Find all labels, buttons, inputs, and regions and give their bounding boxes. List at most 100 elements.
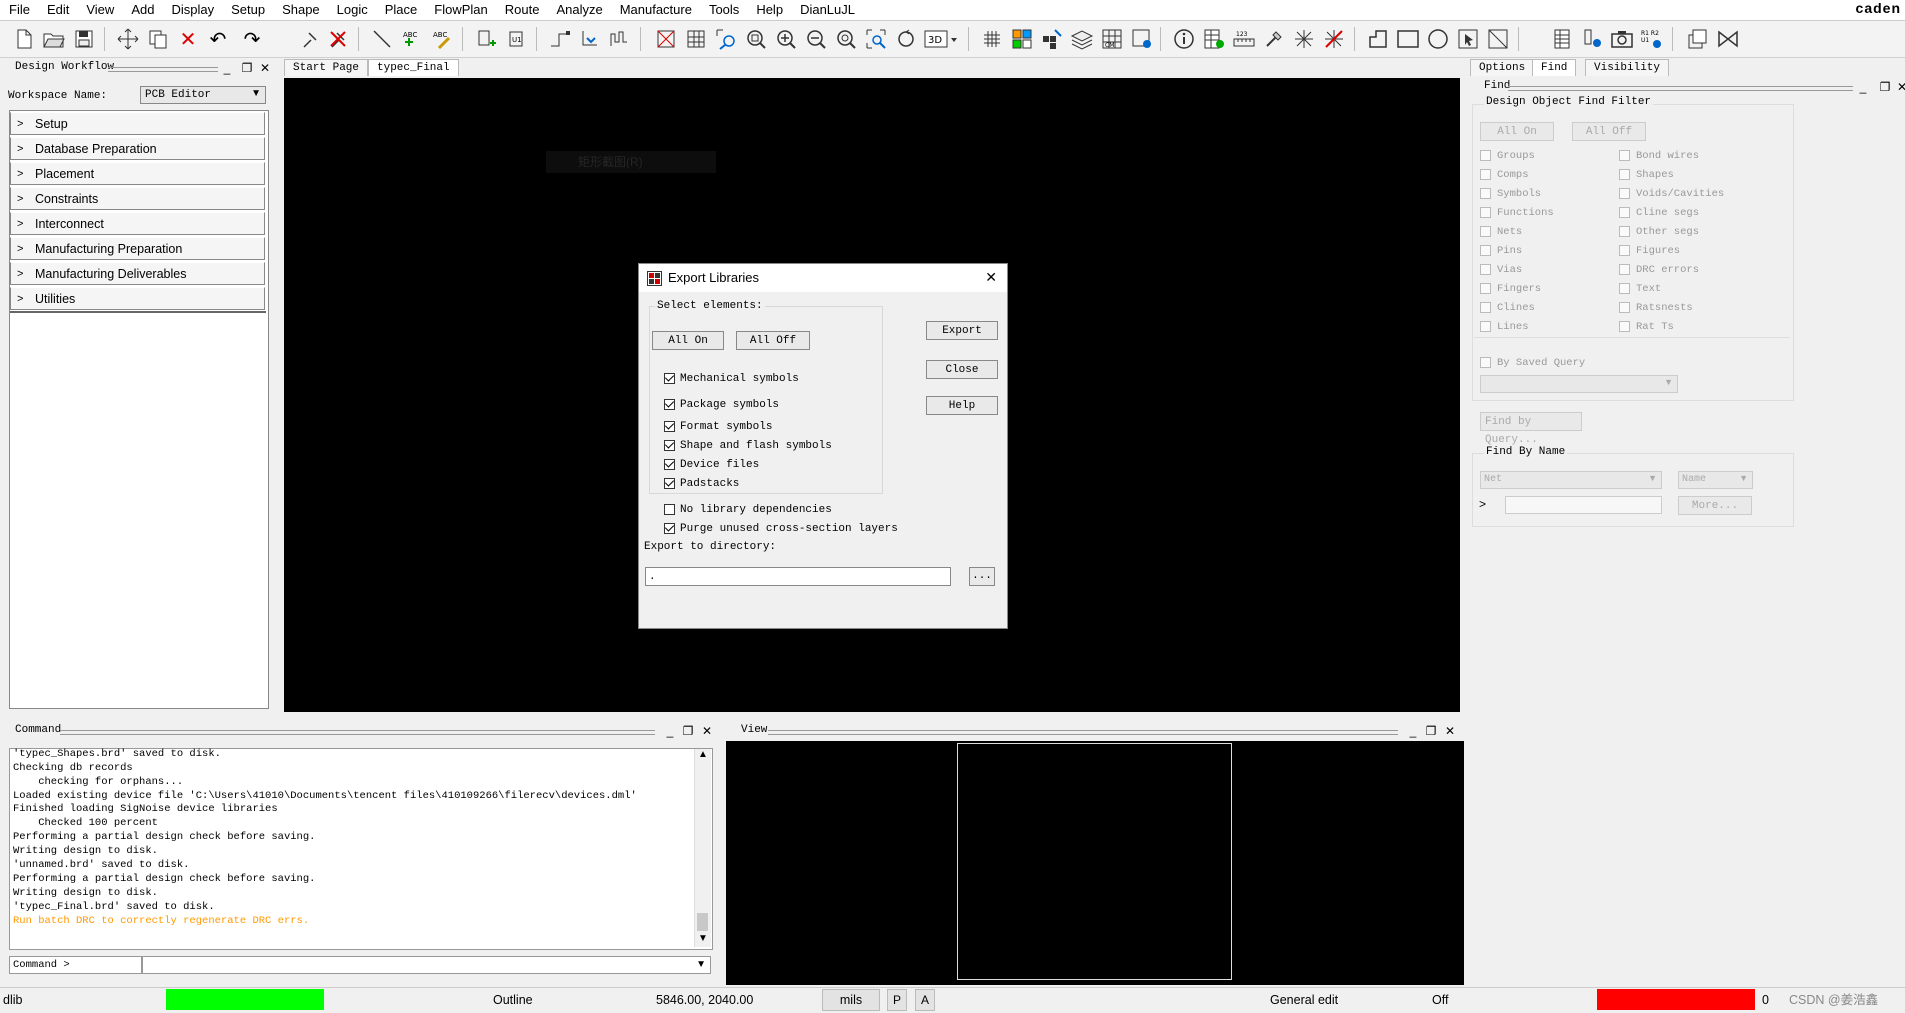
find-ratsnests-checkbox[interactable]: [1619, 302, 1630, 313]
menu-manufacture[interactable]: Manufacture: [611, 0, 700, 19]
slash-shape-icon[interactable]: [1486, 27, 1510, 51]
edit-text-icon[interactable]: ABC: [430, 27, 454, 51]
find-symbols-checkbox[interactable]: [1480, 188, 1491, 199]
status-units[interactable]: mils: [822, 989, 880, 1011]
find-by-query-button[interactable]: Find by Query...: [1480, 412, 1582, 446]
unpin-icon[interactable]: [326, 27, 350, 51]
status-edit-mode[interactable]: General edit: [1270, 989, 1338, 1011]
open-folder-icon[interactable]: [42, 27, 66, 51]
measure-icon[interactable]: 123: [1232, 27, 1256, 51]
copy-icon[interactable]: [146, 27, 170, 51]
view-close-button[interactable]: ✕: [1443, 724, 1457, 738]
workflow-minimize-button[interactable]: _: [220, 61, 234, 75]
shape-edit-icon[interactable]: [654, 27, 678, 51]
find-type-select[interactable]: Net ▼: [1480, 471, 1662, 489]
status-drc-indicator[interactable]: [1597, 989, 1755, 1010]
windows-icon[interactable]: [1686, 27, 1710, 51]
mechanical-symbols-checkbox[interactable]: [664, 373, 675, 384]
view-float-button[interactable]: ❐: [1424, 724, 1438, 738]
status-abs-toggle[interactable]: A: [915, 989, 935, 1011]
select-shape-icon[interactable]: [1456, 27, 1480, 51]
shape-flash-symbols-checkbox[interactable]: [664, 440, 675, 451]
find-pins-checkbox[interactable]: [1480, 245, 1491, 256]
zoom-fit-icon[interactable]: [714, 27, 738, 51]
status-pick-toggle[interactable]: P: [887, 989, 907, 1011]
workflow-item-manufacturing-preparation[interactable]: > Manufacturing Preparation: [10, 237, 265, 260]
report-icon[interactable]: [1202, 27, 1226, 51]
view-extents-rect[interactable]: [957, 743, 1232, 980]
circle-icon[interactable]: [1426, 27, 1450, 51]
find-lines-checkbox[interactable]: [1480, 321, 1491, 332]
find-name-select[interactable]: Name ▼: [1678, 471, 1753, 489]
no-library-dependencies-checkbox[interactable]: [664, 504, 675, 515]
settings-icon[interactable]: [1580, 27, 1604, 51]
find-rat-ts-checkbox[interactable]: [1619, 321, 1630, 332]
chevron-down-icon[interactable]: ▼: [696, 959, 706, 970]
shape-grid-icon[interactable]: [684, 27, 708, 51]
tab-visibility[interactable]: Visibility: [1585, 59, 1670, 76]
command-scrollbar[interactable]: ▲ ▼: [694, 749, 711, 947]
export-directory-input[interactable]: [645, 567, 951, 586]
tab-typec-final[interactable]: typec_Final: [368, 59, 459, 76]
world-view-canvas[interactable]: [726, 741, 1464, 985]
add-text-icon[interactable]: ABC: [400, 27, 424, 51]
menu-tools[interactable]: Tools: [700, 0, 747, 19]
workflow-item-constraints[interactable]: > Constraints: [10, 187, 265, 210]
zoom-world-icon[interactable]: [834, 27, 858, 51]
browse-button[interactable]: ...: [969, 567, 995, 586]
find-drc-errors-checkbox[interactable]: [1619, 264, 1630, 275]
redo-icon[interactable]: ↷: [240, 27, 264, 51]
menu-shape[interactable]: Shape: [273, 0, 328, 19]
find-close-button[interactable]: ✕: [1895, 80, 1905, 94]
workflow-item-database-preparation[interactable]: > Database Preparation: [10, 137, 265, 160]
outline-icon[interactable]: [1366, 27, 1390, 51]
drc-update-icon[interactable]: [1292, 27, 1316, 51]
move-icon[interactable]: [116, 27, 140, 51]
find-vias-checkbox[interactable]: [1480, 264, 1491, 275]
workflow-float-button[interactable]: ❐: [240, 61, 254, 75]
menu-display[interactable]: Display: [162, 0, 222, 19]
pin-icon[interactable]: [298, 27, 322, 51]
shadow-toggle-icon[interactable]: [1040, 27, 1064, 51]
scrollbar-thumb[interactable]: [697, 913, 708, 931]
connect-icon[interactable]: [548, 27, 572, 51]
find-functions-checkbox[interactable]: [1480, 207, 1491, 218]
netlist-icon[interactable]: [1550, 27, 1574, 51]
menu-place[interactable]: Place: [376, 0, 426, 19]
find-text-checkbox[interactable]: [1619, 283, 1630, 294]
color-icon[interactable]: [1010, 27, 1034, 51]
layers-icon[interactable]: [1070, 27, 1094, 51]
constraint-manager-icon[interactable]: [1130, 27, 1154, 51]
menu-add[interactable]: Add: [122, 0, 162, 19]
dialog-close-icon[interactable]: ✕: [985, 269, 997, 286]
package-symbols-checkbox[interactable]: [664, 399, 675, 410]
command-input[interactable]: ▼: [142, 956, 711, 974]
find-shapes-checkbox[interactable]: [1619, 169, 1630, 180]
view-minimize-button[interactable]: _: [1406, 724, 1420, 738]
add-line-icon[interactable]: [370, 27, 394, 51]
command-minimize-button[interactable]: _: [663, 724, 677, 738]
all-on-button[interactable]: All On: [652, 331, 724, 350]
find-minimize-button[interactable]: _: [1856, 80, 1870, 94]
delete-icon[interactable]: ✕: [176, 27, 200, 51]
find-all-off-button[interactable]: All Off: [1572, 122, 1646, 141]
zoom-out-icon[interactable]: [804, 27, 828, 51]
find-bond-wires-checkbox[interactable]: [1619, 150, 1630, 161]
chevron-right-icon[interactable]: >: [1479, 497, 1486, 511]
saved-query-select[interactable]: ▼: [1480, 375, 1678, 393]
new-file-icon[interactable]: [12, 27, 36, 51]
grid-icon[interactable]: [980, 27, 1004, 51]
format-symbols-checkbox[interactable]: [664, 421, 675, 432]
undo-icon[interactable]: ↶: [206, 27, 230, 51]
status-active-class[interactable]: Outline: [493, 989, 533, 1011]
find-groups-checkbox[interactable]: [1480, 150, 1491, 161]
find-more-button[interactable]: More...: [1678, 496, 1752, 515]
tab-find[interactable]: Find: [1532, 59, 1577, 76]
find-figures-checkbox[interactable]: [1619, 245, 1630, 256]
rectangle-icon[interactable]: [1396, 27, 1420, 51]
workflow-item-setup[interactable]: > Setup: [10, 112, 265, 135]
tab-options[interactable]: Options: [1470, 59, 1535, 76]
camera-icon[interactable]: [1610, 27, 1634, 51]
export-button[interactable]: Export: [926, 321, 998, 340]
save-icon[interactable]: [72, 27, 96, 51]
